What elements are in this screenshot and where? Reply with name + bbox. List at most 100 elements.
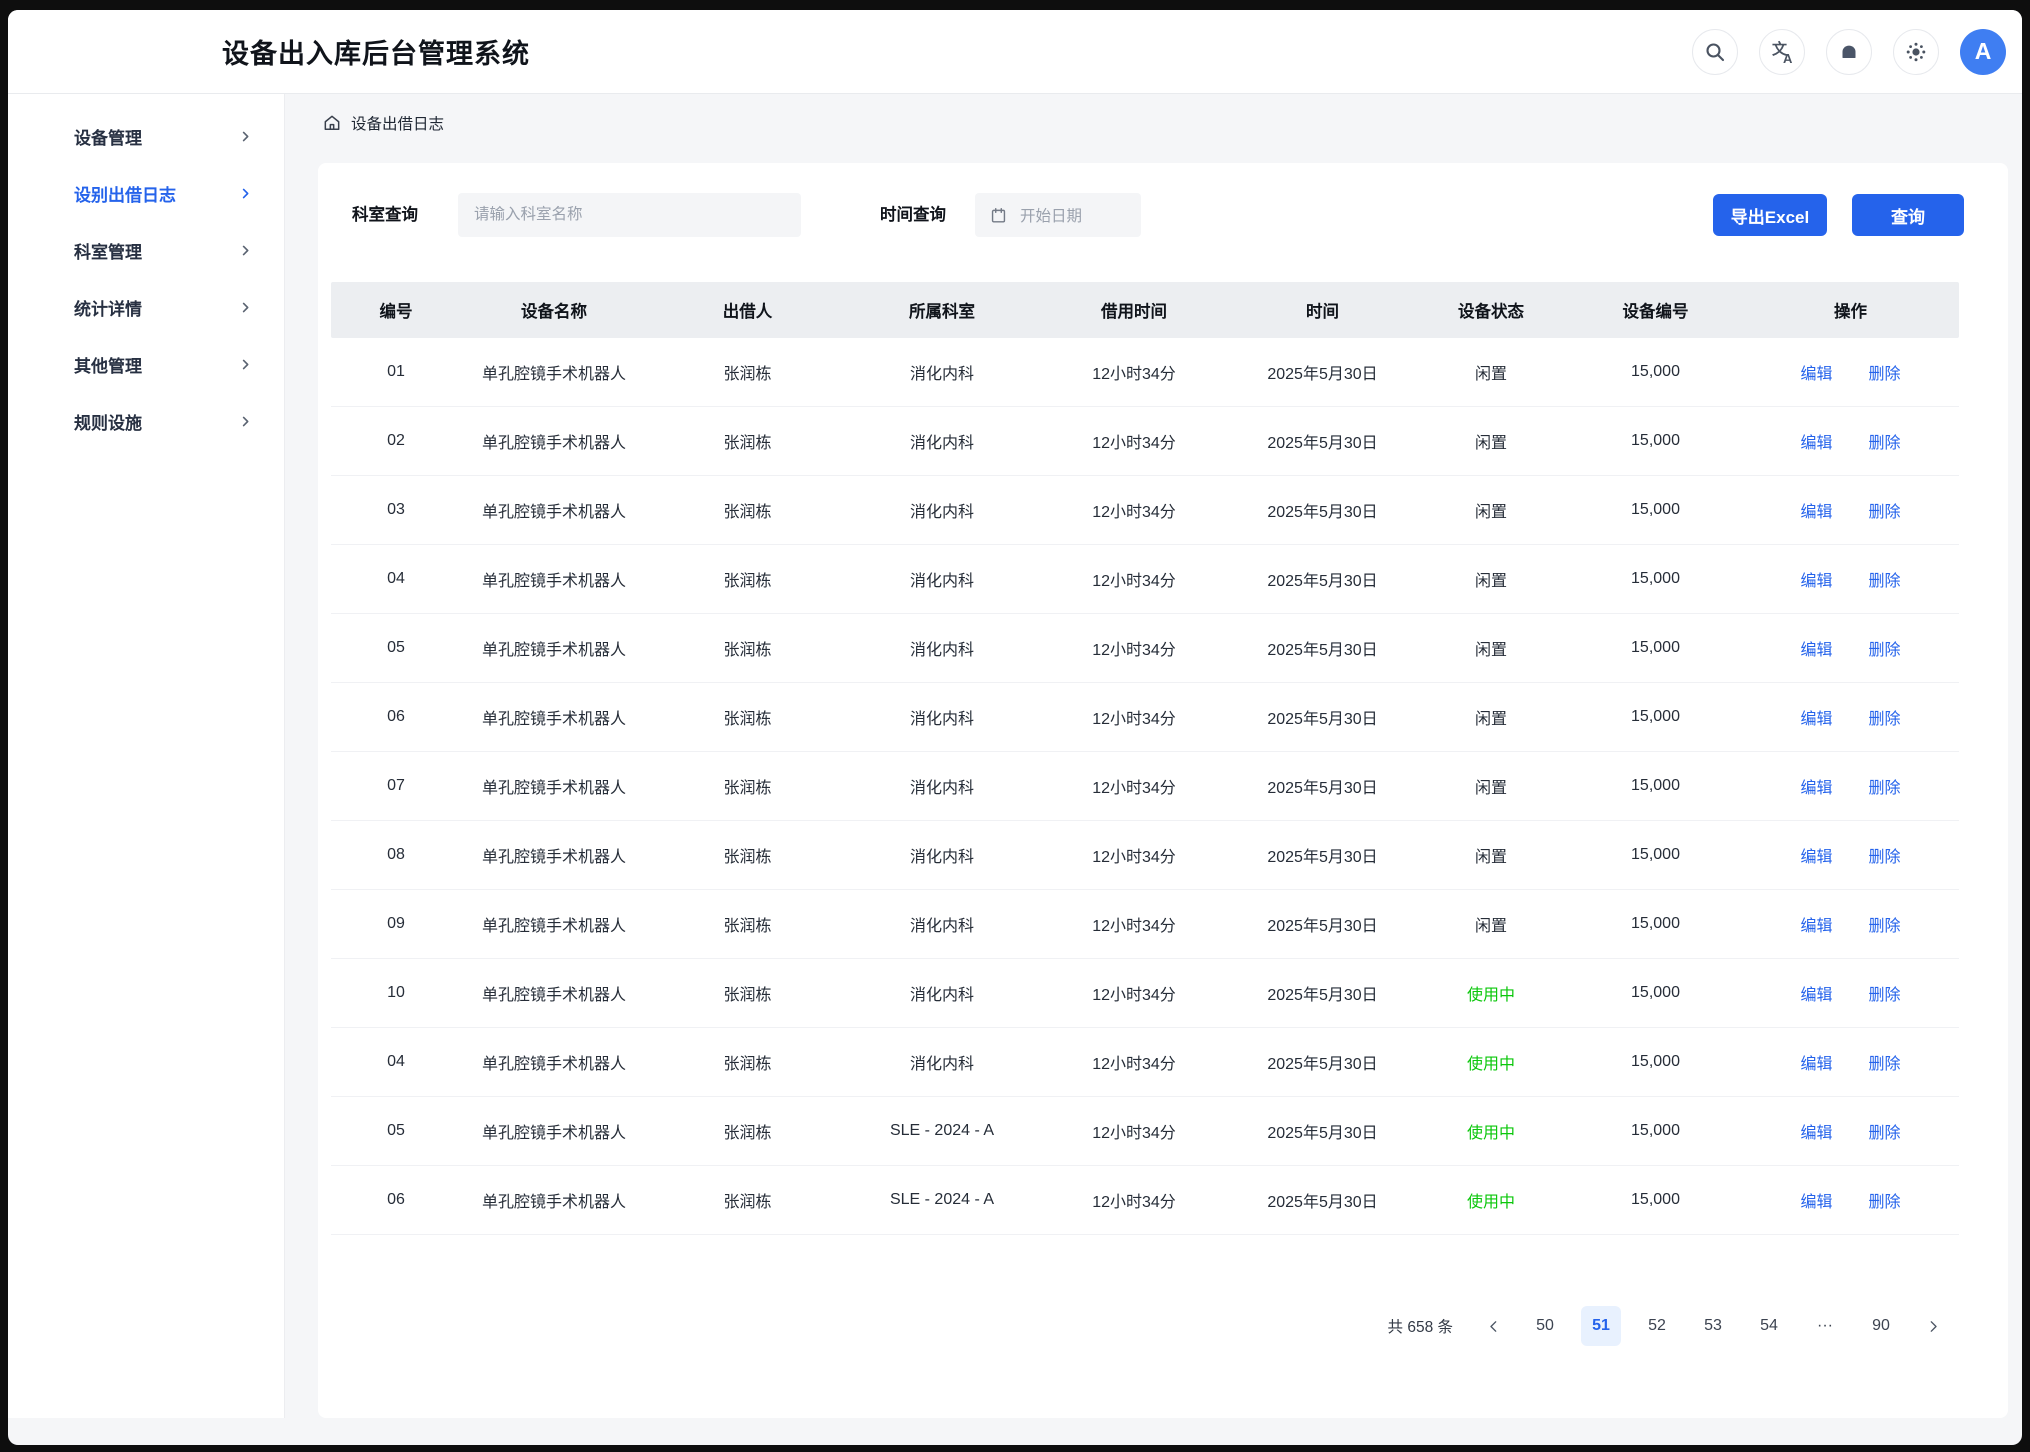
page-button[interactable]: 53 bbox=[1693, 1306, 1733, 1346]
cell-department: 消化内科 bbox=[848, 614, 1036, 682]
edit-link[interactable]: 编辑 bbox=[1800, 912, 1832, 936]
topbar-actions: 文 A bbox=[1692, 29, 2006, 75]
delete-link[interactable]: 删除 bbox=[1869, 1050, 1901, 1074]
cell-no: 10 bbox=[331, 959, 461, 1027]
page-number: 52 bbox=[1648, 1317, 1666, 1335]
cell-actions: 编辑 删除 bbox=[1742, 545, 1959, 613]
theme-button[interactable] bbox=[1893, 29, 1939, 75]
cell-lender: 张润栋 bbox=[647, 959, 848, 1027]
edit-link[interactable]: 编辑 bbox=[1800, 1050, 1832, 1074]
page-button[interactable]: 54 bbox=[1749, 1306, 1789, 1346]
delete-link[interactable]: 删除 bbox=[1869, 843, 1901, 867]
delete-link[interactable]: 删除 bbox=[1869, 567, 1901, 591]
page-button[interactable]: ··· bbox=[1805, 1306, 1845, 1346]
page-button[interactable]: 90 bbox=[1861, 1306, 1901, 1346]
chevron-right-icon bbox=[239, 358, 252, 371]
edit-link[interactable]: 编辑 bbox=[1800, 636, 1832, 660]
cell-no: 05 bbox=[331, 614, 461, 682]
delete-link[interactable]: 删除 bbox=[1869, 1119, 1901, 1143]
cell-department: 消化内科 bbox=[848, 407, 1036, 475]
cell-no: 08 bbox=[331, 821, 461, 889]
cell-device-id: 15,000 bbox=[1569, 1166, 1742, 1234]
cell-duration: 12小时34分 bbox=[1036, 890, 1232, 958]
delete-link[interactable]: 删除 bbox=[1869, 636, 1901, 660]
edit-link[interactable]: 编辑 bbox=[1800, 843, 1832, 867]
delete-link[interactable]: 删除 bbox=[1869, 429, 1901, 453]
delete-link[interactable]: 删除 bbox=[1869, 1188, 1901, 1212]
dept-search-input[interactable] bbox=[458, 193, 801, 237]
table-row: 03 单孔腔镜手术机器人 张润栋 消化内科 12小时34分 2025年5月30日… bbox=[331, 476, 1959, 545]
start-date-picker[interactable]: 开始日期 bbox=[975, 193, 1141, 237]
cell-date: 2025年5月30日 bbox=[1232, 752, 1413, 820]
avatar[interactable]: A bbox=[1960, 29, 2006, 75]
cell-status: 使用中 bbox=[1413, 1166, 1569, 1234]
cell-status: 使用中 bbox=[1413, 1028, 1569, 1096]
search-button[interactable] bbox=[1692, 29, 1738, 75]
app-frame: 设备出入库后台管理系统 文 A bbox=[8, 10, 2022, 1445]
sidebar-item-label: 科室管理 bbox=[74, 238, 142, 263]
edit-link[interactable]: 编辑 bbox=[1800, 360, 1832, 384]
sidebar-item[interactable]: 统计详情 bbox=[8, 279, 284, 336]
home-icon[interactable] bbox=[322, 113, 342, 133]
edit-link[interactable]: 编辑 bbox=[1800, 1188, 1832, 1212]
delete-link[interactable]: 删除 bbox=[1869, 981, 1901, 1005]
delete-link[interactable]: 删除 bbox=[1869, 360, 1901, 384]
cell-device-id: 15,000 bbox=[1569, 683, 1742, 751]
query-button[interactable]: 查询 bbox=[1852, 194, 1964, 236]
page-number: 53 bbox=[1704, 1317, 1722, 1335]
notification-button[interactable] bbox=[1826, 29, 1872, 75]
cell-department: 消化内科 bbox=[848, 752, 1036, 820]
cell-lender: 张润栋 bbox=[647, 683, 848, 751]
cell-status: 使用中 bbox=[1413, 959, 1569, 1027]
edit-link[interactable]: 编辑 bbox=[1800, 567, 1832, 591]
export-excel-button[interactable]: 导出Excel bbox=[1713, 194, 1827, 236]
table-row: 07 单孔腔镜手术机器人 张润栋 消化内科 12小时34分 2025年5月30日… bbox=[331, 752, 1959, 821]
table-header-row: 编号 设备名称 出借人 所属科室 借用时间 时间 设备状态 设备编号 bbox=[331, 282, 1959, 338]
cell-no: 03 bbox=[331, 476, 461, 544]
delete-link[interactable]: 删除 bbox=[1869, 774, 1901, 798]
column-header: 设备名称 bbox=[461, 282, 647, 338]
calendar-icon bbox=[989, 206, 1008, 225]
breadcrumb: 设备出借日志 bbox=[322, 110, 444, 136]
page-button[interactable]: 51 bbox=[1581, 1306, 1621, 1346]
cell-department: 消化内科 bbox=[848, 1028, 1036, 1096]
sun-icon bbox=[1904, 40, 1928, 64]
page-button[interactable]: 52 bbox=[1637, 1306, 1677, 1346]
cell-date: 2025年5月30日 bbox=[1232, 614, 1413, 682]
prev-page-button[interactable] bbox=[1477, 1306, 1509, 1346]
translate-button[interactable]: 文 A bbox=[1759, 29, 1805, 75]
cell-no: 06 bbox=[331, 1166, 461, 1234]
chevron-right-icon bbox=[239, 187, 252, 200]
cell-device-id: 15,000 bbox=[1569, 338, 1742, 406]
bell-icon bbox=[1837, 40, 1861, 64]
sidebar-item[interactable]: 规则设施 bbox=[8, 393, 284, 450]
sidebar-item[interactable]: 设别出借日志 bbox=[8, 165, 284, 222]
delete-link[interactable]: 删除 bbox=[1869, 705, 1901, 729]
cell-department: SLE - 2024 - A bbox=[848, 1097, 1036, 1165]
edit-link[interactable]: 编辑 bbox=[1800, 429, 1832, 453]
edit-link[interactable]: 编辑 bbox=[1800, 498, 1832, 522]
sidebar-item-label: 统计详情 bbox=[74, 295, 142, 320]
next-page-button[interactable] bbox=[1917, 1306, 1949, 1346]
edit-link[interactable]: 编辑 bbox=[1800, 981, 1832, 1005]
cell-device-name: 单孔腔镜手术机器人 bbox=[461, 821, 647, 889]
cell-lender: 张润栋 bbox=[647, 1097, 848, 1165]
chevron-right-icon bbox=[239, 130, 252, 143]
delete-link[interactable]: 删除 bbox=[1869, 912, 1901, 936]
cell-department: 消化内科 bbox=[848, 890, 1036, 958]
delete-link[interactable]: 删除 bbox=[1869, 498, 1901, 522]
cell-lender: 张润栋 bbox=[647, 1166, 848, 1234]
device-log-table: 编号 设备名称 出借人 所属科室 借用时间 时间 设备状态 设备编号 bbox=[331, 282, 1959, 1235]
column-header: 设备状态 bbox=[1413, 282, 1569, 338]
cell-lender: 张润栋 bbox=[647, 890, 848, 958]
table-row: 05 单孔腔镜手术机器人 张润栋 消化内科 12小时34分 2025年5月30日… bbox=[331, 614, 1959, 683]
sidebar-item[interactable]: 科室管理 bbox=[8, 222, 284, 279]
edit-link[interactable]: 编辑 bbox=[1800, 705, 1832, 729]
sidebar-item[interactable]: 设备管理 bbox=[8, 108, 284, 165]
sidebar-item[interactable]: 其他管理 bbox=[8, 336, 284, 393]
page-button[interactable]: 50 bbox=[1525, 1306, 1565, 1346]
cell-duration: 12小时34分 bbox=[1036, 545, 1232, 613]
edit-link[interactable]: 编辑 bbox=[1800, 774, 1832, 798]
edit-link[interactable]: 编辑 bbox=[1800, 1119, 1832, 1143]
cell-lender: 张润栋 bbox=[647, 1028, 848, 1096]
